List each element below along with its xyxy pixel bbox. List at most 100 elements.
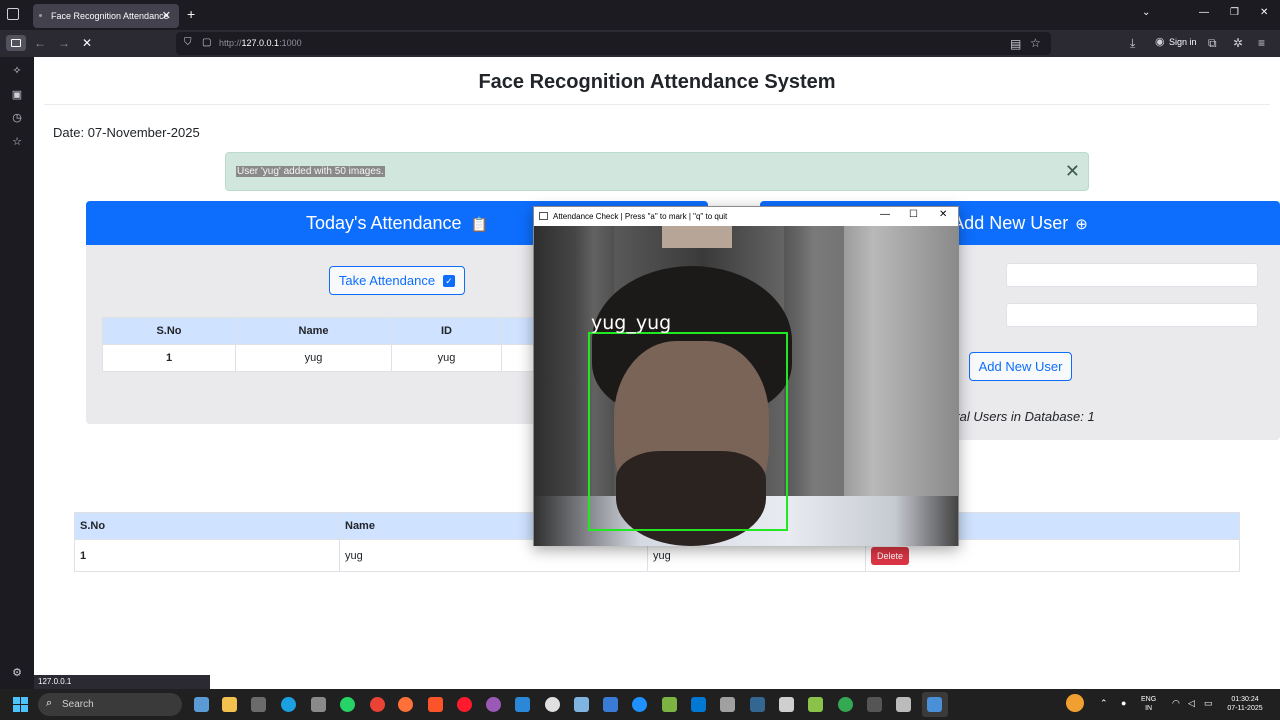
- synced-tabs-icon[interactable]: ▣: [10, 88, 24, 102]
- url-bar[interactable]: ⛉ ▢ http://127.0.0.1:1000 ▤ ☆: [176, 32, 1051, 55]
- taskbar-search[interactable]: ⌕ Search: [38, 693, 182, 716]
- app-icon[interactable]: [311, 697, 326, 712]
- delete-button[interactable]: Delete: [871, 546, 910, 565]
- whatsapp-icon[interactable]: [340, 697, 355, 712]
- add-circle-icon: ⊕: [1075, 216, 1088, 233]
- restore-icon[interactable]: ❐: [1230, 7, 1239, 18]
- chrome-icon[interactable]: [370, 697, 385, 712]
- forward-icon[interactable]: →: [58, 36, 70, 50]
- app-icon[interactable]: [896, 697, 911, 712]
- firefox-icon[interactable]: [398, 697, 413, 712]
- add-new-user-button[interactable]: Add New User: [969, 352, 1072, 381]
- app-icon[interactable]: [662, 697, 677, 712]
- new-user-card-title: Add New User: [952, 213, 1069, 233]
- terminal-icon[interactable]: [867, 697, 882, 712]
- userid-input[interactable]: [1006, 303, 1258, 327]
- volume-icon[interactable]: ◁: [1188, 699, 1195, 708]
- stop-loading-icon[interactable]: ✕: [82, 36, 92, 50]
- back-icon[interactable]: ←: [34, 36, 46, 50]
- browser-nav-bar: ← → ✕ ⛉ ▢ http://127.0.0.1:1000 ▤ ☆ ⤓ ◉ …: [0, 30, 1280, 57]
- search-icon: ⌕: [46, 697, 53, 709]
- column-header: ID: [391, 317, 502, 345]
- link-status-bar: 127.0.0.1: [34, 675, 210, 689]
- windows-taskbar: ⌕ Search ⌃ ● ENG IN ◠ ◁ ▭ 01:30:24 07-11…: [0, 689, 1280, 720]
- app-icon[interactable]: [632, 697, 647, 712]
- microphone-icon[interactable]: ●: [1121, 699, 1126, 708]
- bookmark-star-icon[interactable]: ☆: [1030, 36, 1041, 50]
- app-icon[interactable]: [486, 697, 501, 712]
- tab-overflow-chevron-icon[interactable]: ⌄: [1142, 7, 1150, 18]
- weather-icon[interactable]: [1066, 694, 1084, 712]
- cell-name: yug: [235, 344, 392, 372]
- menu-icon[interactable]: ≡: [1258, 36, 1265, 50]
- account-icon[interactable]: ◉: [1155, 35, 1165, 48]
- app-icon[interactable]: [808, 697, 823, 712]
- tray-overflow-icon[interactable]: ⌃: [1100, 699, 1108, 708]
- face-recognition-label: yug_yug: [591, 312, 672, 334]
- sign-in-button[interactable]: Sign in: [1169, 37, 1197, 47]
- brave-icon[interactable]: [428, 697, 443, 712]
- app-icon[interactable]: [515, 697, 530, 712]
- app-icon[interactable]: [779, 697, 794, 712]
- reader-view-icon[interactable]: ▤: [1010, 37, 1021, 51]
- file-explorer-icon[interactable]: [222, 697, 237, 712]
- close-icon[interactable]: ✕: [939, 209, 947, 220]
- sidebar-toggle-icon[interactable]: [6, 35, 26, 51]
- cell-sno: 1: [102, 344, 236, 372]
- attendance-camera-window[interactable]: Attendance Check | Press "a" to mark | "…: [533, 206, 959, 546]
- minimize-icon[interactable]: —: [1199, 7, 1209, 18]
- clock[interactable]: 01:30:24 07-11-2025: [1224, 695, 1266, 713]
- new-tab-icon[interactable]: +: [187, 6, 195, 22]
- maximize-icon[interactable]: ☐: [909, 209, 918, 220]
- column-header: S.No: [102, 317, 236, 345]
- browser-sidebar: ✧ ▣ ◷ ☆ ⚙: [0, 57, 34, 689]
- browser-tab[interactable]: Face Recognition Attendance ✕: [33, 4, 179, 28]
- language-indicator[interactable]: ENG IN: [1141, 695, 1156, 713]
- face-detection-box: [588, 332, 788, 531]
- attendance-card-title: Today's Attendance: [305, 213, 462, 233]
- bookmarks-icon[interactable]: ☆: [10, 135, 24, 149]
- vscode-icon[interactable]: [691, 697, 706, 712]
- app-icon[interactable]: [838, 697, 853, 712]
- username-input[interactable]: [1006, 263, 1258, 287]
- settings-gear-icon[interactable]: ✲: [1233, 36, 1243, 50]
- cell-id: yug: [391, 344, 502, 372]
- camera-window-title: Attendance Check | Press "a" to mark | "…: [553, 212, 728, 221]
- alert-close-icon[interactable]: ✕: [1065, 161, 1080, 182]
- url-text: http://127.0.0.1:1000: [219, 38, 302, 48]
- extensions-icon[interactable]: ⧉: [1208, 36, 1217, 51]
- tab-close-icon[interactable]: ✕: [162, 9, 171, 22]
- close-window-icon[interactable]: ✕: [1260, 7, 1268, 18]
- tab-favicon-icon: [39, 14, 42, 17]
- ai-chatbot-icon[interactable]: ✧: [10, 64, 24, 78]
- app-icon[interactable]: [574, 697, 589, 712]
- app-icon[interactable]: [545, 697, 560, 712]
- minimize-icon[interactable]: —: [880, 209, 890, 220]
- app-icon[interactable]: [750, 697, 765, 712]
- tracking-shield-icon[interactable]: ⛉: [184, 37, 192, 48]
- tab-list-icon[interactable]: [7, 8, 19, 20]
- take-attendance-label: Take Attendance: [338, 273, 436, 288]
- task-view-icon[interactable]: [194, 697, 209, 712]
- history-icon[interactable]: ◷: [10, 111, 24, 125]
- browser-tab-bar: Face Recognition Attendance ✕ + ⌄ — ❐ ✕: [0, 0, 1280, 30]
- take-attendance-button[interactable]: Take Attendance ✓: [329, 266, 465, 295]
- wifi-icon[interactable]: ◠: [1172, 699, 1180, 708]
- active-app-button[interactable]: [922, 692, 948, 717]
- app-icon[interactable]: [603, 697, 618, 712]
- cell-sno: 1: [74, 539, 340, 572]
- date-display: Date: 07-November-2025: [53, 125, 200, 140]
- battery-icon[interactable]: ▭: [1204, 699, 1213, 708]
- edge-browser-icon[interactable]: [281, 697, 296, 712]
- divider: [44, 104, 1270, 105]
- success-alert: User 'yug' added with 50 images. ✕: [225, 152, 1089, 191]
- page-info-icon[interactable]: ▢: [202, 37, 211, 48]
- tab-title: Face Recognition Attendance: [51, 11, 169, 21]
- customize-sidebar-icon[interactable]: ⚙: [10, 666, 24, 680]
- app-icon[interactable]: [251, 697, 266, 712]
- opera-icon[interactable]: [457, 697, 472, 712]
- python-icon: [927, 697, 942, 712]
- downloads-icon[interactable]: ⤓: [1130, 36, 1135, 51]
- windows-start-icon[interactable]: [13, 697, 29, 713]
- app-icon[interactable]: [720, 697, 735, 712]
